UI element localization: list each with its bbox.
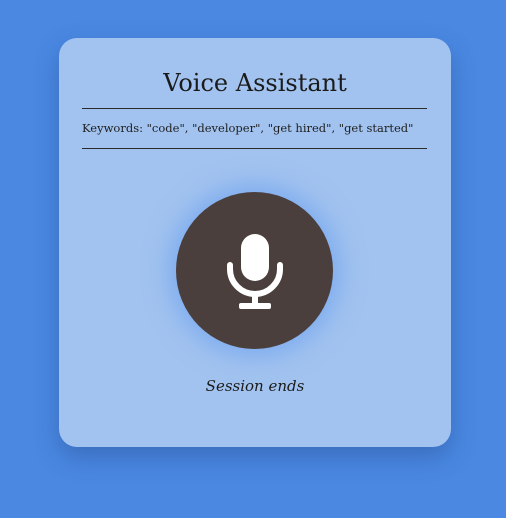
microphone-button[interactable] — [176, 192, 333, 349]
keywords-text: Keywords: "code", "developer", "get hire… — [82, 121, 414, 135]
title-divider — [82, 108, 427, 109]
microphone-icon — [225, 231, 285, 311]
keywords-divider — [82, 148, 427, 149]
app-title: Voice Assistant — [163, 69, 347, 97]
voice-assistant-card: Voice Assistant Keywords: "code", "devel… — [59, 38, 451, 447]
session-status: Session ends — [205, 377, 305, 395]
